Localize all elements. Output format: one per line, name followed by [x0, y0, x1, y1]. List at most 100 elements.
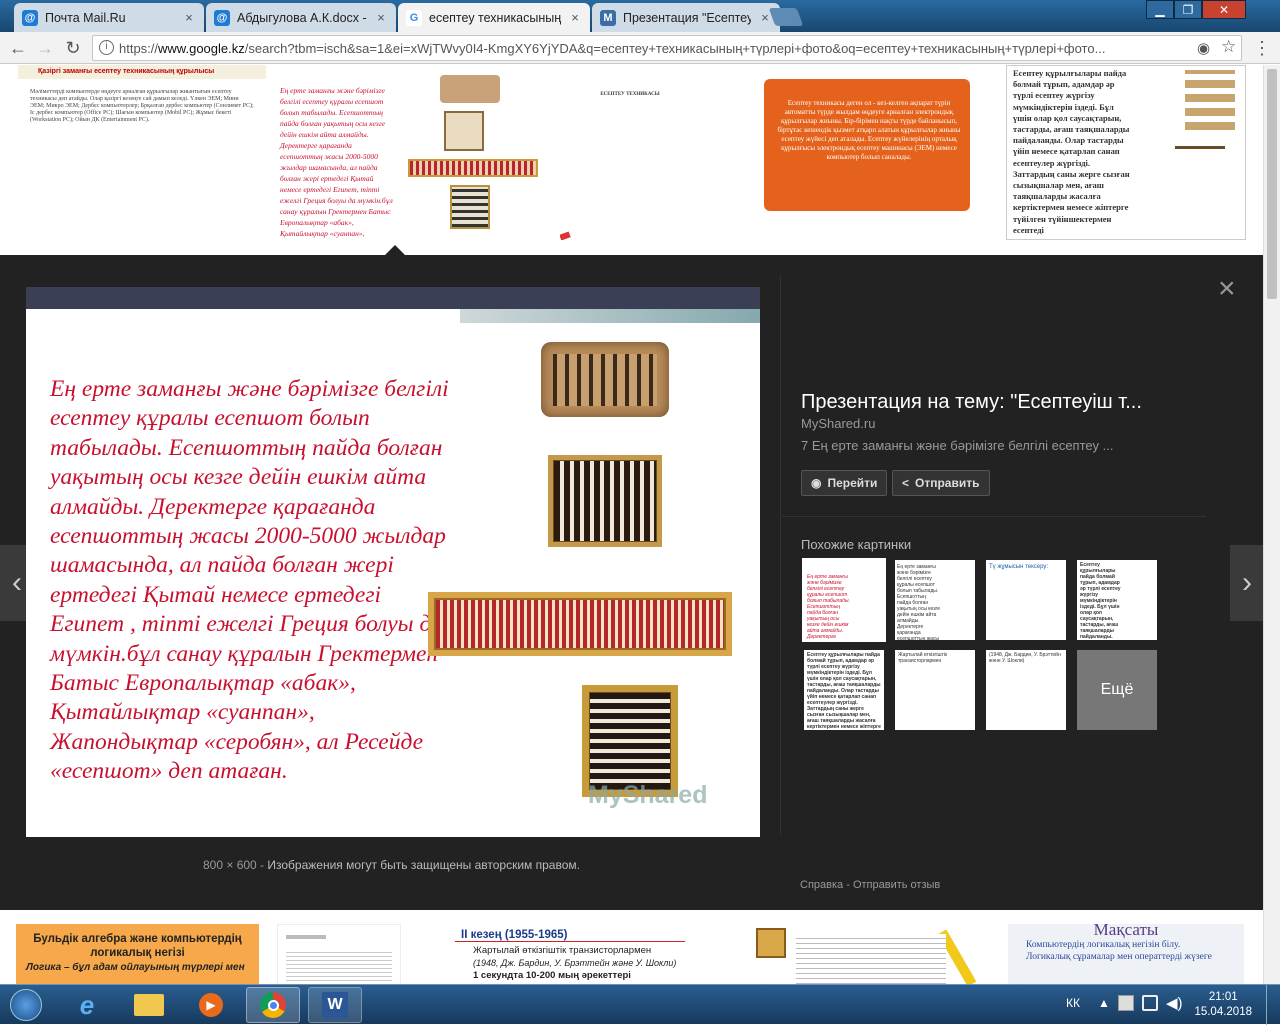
volume-icon[interactable]: ◀)	[1166, 994, 1183, 1012]
result-thumb[interactable]: Есептеу техникасы деген ол - кез-келген …	[754, 65, 998, 240]
share-button[interactable]: < Отправить	[892, 470, 990, 496]
similar-image[interactable]: Ең ерте заманғы және бәрімізге белгілі е…	[802, 558, 886, 642]
tab-google-search[interactable]: G есептеу техникасының т ×	[398, 3, 590, 32]
abacus-image	[440, 75, 500, 103]
network-icon[interactable]	[1142, 995, 1158, 1011]
result-thumb[interactable]: II кезең (1955-1965) Жартылай өткізгішті…	[455, 924, 695, 987]
tab-mail[interactable]: @ Почта Mail.Ru ×	[14, 3, 204, 32]
result-thumb[interactable]: Қазіргі заманғы есептеу техникасының құр…	[18, 65, 266, 240]
reload-icon[interactable]: ↻	[61, 36, 85, 60]
similar-image[interactable]: Есептеу құрылғылары пайда болмай тұрып, …	[1077, 560, 1157, 640]
image-dimensions: 800 × 600 - Изображения могут быть защищ…	[203, 858, 580, 872]
more-similar-button[interactable]: Ещё	[1077, 650, 1157, 730]
action-center-icon[interactable]	[1118, 995, 1134, 1011]
quipu-image	[1175, 146, 1225, 186]
address-bar[interactable]: i https://www.google.kz/search?tbm=isch&…	[92, 35, 1242, 61]
similar-text: Ең ерте заманғы және бәрімізге белгілі е…	[807, 574, 850, 640]
share-icon: <	[902, 476, 910, 490]
start-button[interactable]	[2, 987, 50, 1023]
page-scrollbar[interactable]	[1263, 65, 1280, 987]
menu-icon[interactable]: ⋮	[1250, 36, 1274, 60]
tray-expand-icon[interactable]: ▲	[1098, 996, 1110, 1010]
similar-image[interactable]: Жартылай өткізгіштік транзисторлармен	[895, 650, 975, 730]
thumb-text: Логика – бұл адам ойлауының түрлері мен	[26, 962, 245, 973]
tab-title: Абдыгулова А.К.docx - Р	[237, 10, 367, 25]
help-link[interactable]: Справка	[800, 879, 843, 891]
info-icon[interactable]: i	[99, 40, 114, 55]
thumb-title: Мақсаты	[1093, 924, 1159, 939]
selection-pointer	[385, 245, 405, 255]
bottom-results-strip: Бульдік алгебра және компьютердің логика…	[0, 910, 1263, 987]
close-tab-icon[interactable]: ×	[568, 10, 582, 25]
similar-image[interactable]: Ең ерте заманғы және бәрімізге белгілі е…	[895, 560, 975, 640]
thumb-title: Бульдік алгебра және компьютердің логика…	[33, 933, 242, 959]
back-icon[interactable]: ←	[6, 36, 30, 60]
clock[interactable]: 21:01 15.04.2018	[1194, 990, 1252, 1020]
file-explorer-icon[interactable]	[122, 987, 176, 1023]
top-results-strip: Қазіргі заманғы есептеу техникасының құр…	[0, 65, 1263, 255]
result-thumb[interactable]: Бульдік алгебра және компьютердің логика…	[16, 924, 259, 987]
tab-presentation[interactable]: M Презентация "Есептеу т ×	[592, 3, 780, 32]
similar-text: Есептеу құрылғылары пайда болмай тұрып, …	[1080, 562, 1121, 640]
result-thumb[interactable]: ЕСЕПТЕУ ТЕХНИКАСЫ	[560, 65, 700, 240]
result-thumb[interactable]	[752, 924, 994, 987]
mail-icon: @	[22, 9, 38, 26]
decor	[560, 231, 571, 240]
close-tab-icon[interactable]: ×	[374, 10, 388, 25]
forward-icon[interactable]: →	[33, 36, 57, 60]
image-title[interactable]: Презентация на тему: "Есептеуіш т...	[801, 391, 1201, 414]
thumb-title: ЕСЕПТЕУ ТЕХНИКАСЫ	[600, 92, 660, 97]
scrollbar-thumb[interactable]	[1267, 69, 1277, 299]
result-thumb[interactable]: Мақсаты Компьютердің логикалық негізін б…	[1008, 924, 1244, 987]
result-thumb[interactable]	[277, 924, 401, 987]
result-thumb[interactable]	[400, 65, 546, 240]
language-indicator[interactable]: КК	[1066, 996, 1080, 1010]
close-tab-icon[interactable]: ×	[182, 10, 196, 25]
dims-value: 800 × 600	[203, 858, 257, 872]
abacus-image	[450, 185, 490, 229]
visit-button[interactable]: ◉ Перейти	[801, 470, 888, 496]
ornament-image	[756, 928, 786, 958]
abacus-image	[444, 111, 484, 151]
bookmark-star-icon[interactable]: ☆	[1221, 37, 1236, 57]
myshared-icon: M	[600, 9, 616, 26]
feedback-link[interactable]: Отправить отзыв	[853, 879, 940, 891]
image-site[interactable]: MyShared.ru	[801, 416, 875, 431]
counting-sticks-image	[1185, 70, 1235, 130]
show-desktop-button[interactable]	[1266, 985, 1280, 1025]
url-host: www.google.kz	[158, 41, 245, 56]
tab-title: есептеу техникасының т	[429, 10, 561, 25]
thumb-text: (1948, Дж. Бардин, У. Брэттейн және У. Ш…	[473, 958, 677, 968]
word-icon[interactable]: W	[308, 987, 362, 1023]
result-thumb[interactable]: Ең ерте заманғы және бәрімізге белгілі е…	[272, 65, 400, 240]
similar-image[interactable]: Тү жұмысын тексеру:	[986, 560, 1066, 640]
similar-image[interactable]: (1948, Дж. Бардин, У. Брэттейн және У. Ш…	[986, 650, 1066, 730]
thumb-title: Қазіргі заманғы есептеу техникасының құр…	[18, 65, 266, 79]
result-thumb[interactable]: Есептеу құрылғылары пайда болмай тұрып, …	[1006, 65, 1246, 240]
slide-text: Ең ерте заманғы және бәрімізге белгілі е…	[50, 376, 449, 785]
location-icon[interactable]: ◉	[1197, 39, 1210, 57]
thumb-title: II кезең (1955-1965)	[455, 924, 685, 942]
media-player-icon[interactable]: ▶	[184, 987, 238, 1023]
tab-title: Почта Mail.Ru	[45, 10, 126, 25]
image-viewer: ‹ Ең ерте заманғы және бәрімізге белгілі…	[0, 255, 1264, 910]
internet-explorer-icon[interactable]: e	[60, 987, 114, 1023]
thumb-text: Логикалық сұрамалар мен операттерді жүзе…	[1026, 952, 1212, 962]
clock-time: 21:01	[1208, 991, 1238, 1003]
browser-toolbar: ← → ↻ i https://www.google.kz/search?tbm…	[0, 32, 1280, 64]
close-viewer-icon[interactable]: ×	[1218, 272, 1236, 306]
chrome-icon[interactable]	[246, 987, 300, 1023]
new-tab-button[interactable]	[768, 8, 804, 26]
preview-image[interactable]: Ең ерте заманғы және бәрімізге белгілі е…	[26, 287, 760, 837]
close-window-button[interactable]: ✕	[1202, 0, 1246, 19]
soroban-image	[428, 592, 732, 656]
google-icon: G	[406, 9, 422, 26]
next-image-button[interactable]: ›	[1230, 545, 1264, 621]
maximize-button[interactable]: ❐	[1174, 0, 1202, 19]
similar-image[interactable]: Есептеу құрылғылары пайда болмай тұрып, …	[804, 650, 884, 730]
minimize-button[interactable]: ▁	[1146, 0, 1174, 19]
tab-docx[interactable]: @ Абдыгулова А.К.docx - Р ×	[206, 3, 396, 32]
tab-title: Презентация "Есептеу т	[623, 10, 751, 25]
url-text[interactable]: https://www.google.kz/search?tbm=isch&sa…	[119, 41, 1179, 56]
help-links: Справка - Отправить отзыв	[800, 879, 941, 891]
